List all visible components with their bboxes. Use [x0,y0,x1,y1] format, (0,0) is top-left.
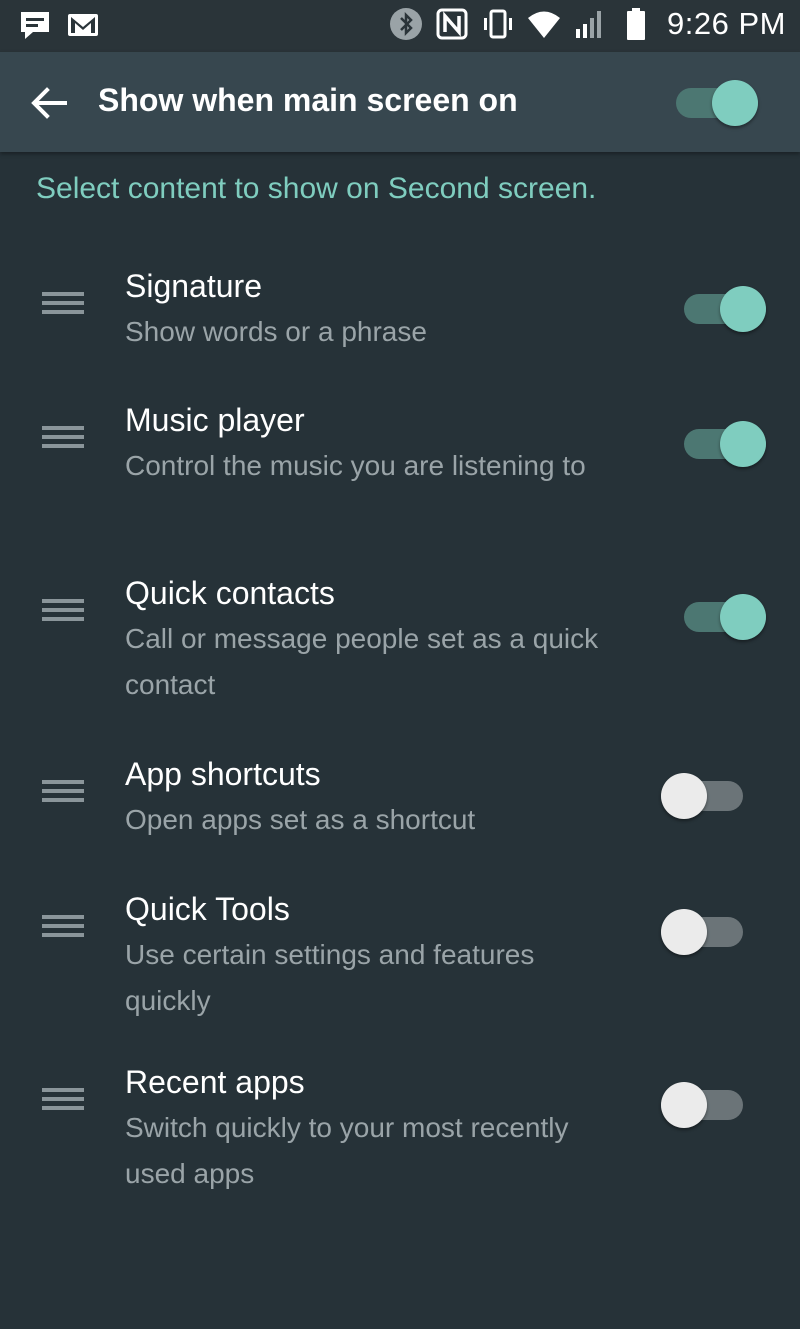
toggle-music-player[interactable] [684,419,766,467]
item-title: Quick contacts [125,575,335,611]
signal-icon [573,7,607,41]
item-title: Music player [125,402,305,438]
drag-handle-icon[interactable] [42,780,84,810]
list-item-quick-tools: Quick Tools Use certain settings and fea… [0,869,800,1042]
back-button[interactable] [24,78,74,128]
toggle-recent-apps[interactable] [661,1080,743,1128]
item-title: App shortcuts [125,756,321,792]
toggle-quick-tools[interactable] [661,907,743,955]
drag-handle-icon[interactable] [42,426,84,456]
page-title: Show when main screen on [98,82,518,118]
list-item-music-player: Music player Control the music you are l… [0,380,800,553]
list-item-recent-apps: Recent apps Switch quickly to your most … [0,1042,800,1202]
item-subtitle: Show words or a phrase [125,316,427,347]
wifi-icon [527,7,561,41]
item-title: Recent apps [125,1064,305,1100]
item-subtitle: Call or message people set as a quick co… [125,623,599,700]
nfc-icon [435,7,469,41]
item-title: Signature [125,268,262,304]
master-toggle[interactable] [676,78,758,126]
content-list: Signature Show words or a phrase Music p… [0,246,800,1202]
section-description: Select content to show on Second screen. [36,172,597,205]
item-subtitle: Open apps set as a shortcut [125,804,476,835]
status-bar: 9:26 PM [0,0,800,52]
arrow-left-icon [31,87,67,119]
toggle-app-shortcuts[interactable] [661,771,743,819]
app-bar: Show when main screen on [0,52,800,152]
battery-icon [619,7,653,41]
item-subtitle: Control the music you are listening to [125,450,586,481]
list-item-app-shortcuts: App shortcuts Open apps set as a shortcu… [0,734,800,869]
bluetooth-icon [389,7,423,41]
item-title: Quick Tools [125,891,290,927]
drag-handle-icon[interactable] [42,1088,84,1118]
list-item-signature: Signature Show words or a phrase [0,246,800,380]
toggle-quick-contacts[interactable] [684,592,766,640]
vibrate-icon [481,7,515,41]
message-icon [18,8,52,42]
drag-handle-icon[interactable] [42,292,84,322]
toggle-signature[interactable] [684,284,766,332]
drag-handle-icon[interactable] [42,599,84,629]
clock: 9:26 PM [667,6,786,41]
item-subtitle: Switch quickly to your most recently use… [125,1112,569,1189]
item-subtitle: Use certain settings and features quickl… [125,939,535,1016]
gmail-icon [66,8,100,42]
drag-handle-icon[interactable] [42,915,84,945]
list-item-quick-contacts: Quick contacts Call or message people se… [0,553,800,734]
